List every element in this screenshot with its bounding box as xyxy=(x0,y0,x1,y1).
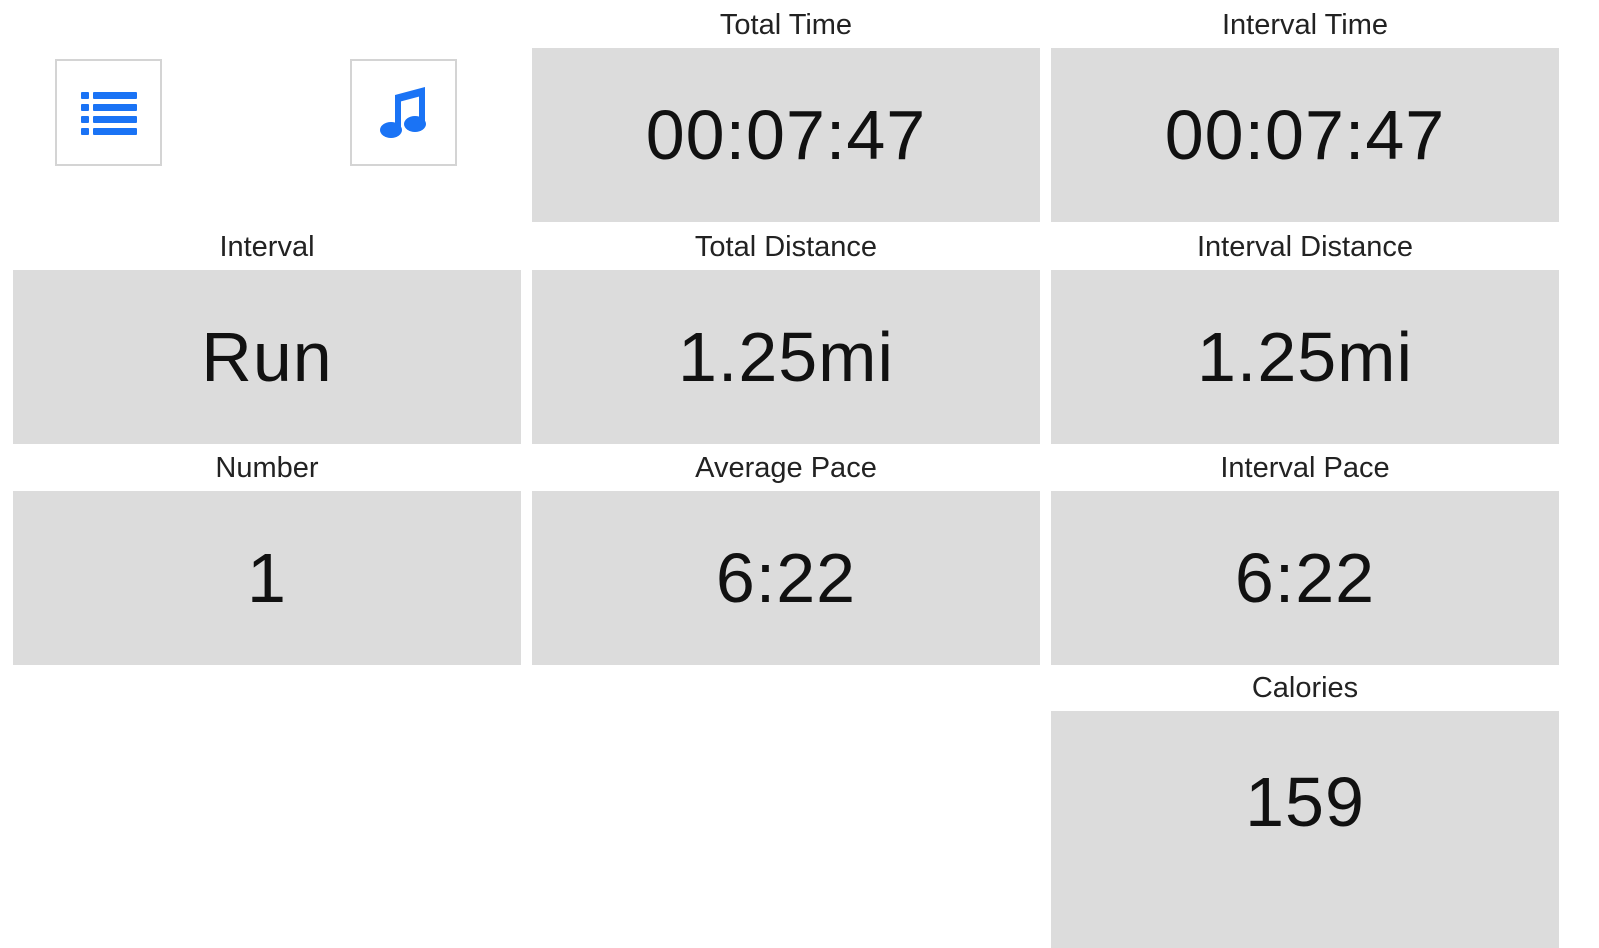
total-time-value: 00:07:47 xyxy=(645,96,927,174)
interval-pace-label: Interval Pace xyxy=(1220,452,1390,484)
music-note-icon xyxy=(379,86,426,138)
workout-list-button[interactable] xyxy=(55,59,162,166)
average-pace-label: Average Pace xyxy=(695,452,877,484)
calories-label: Calories xyxy=(1251,672,1359,704)
average-pace-box: 6:22 xyxy=(532,491,1040,665)
list-icon xyxy=(80,91,137,135)
number-label: Number xyxy=(215,452,319,484)
interval-time-value: 00:07:47 xyxy=(1164,96,1446,174)
total-distance-value: 1.25mi xyxy=(677,318,895,396)
total-time-label: Total Time xyxy=(719,9,853,41)
total-distance-label: Total Distance xyxy=(694,231,878,263)
interval-time-label: Interval Time xyxy=(1222,9,1388,41)
interval-time-box: 00:07:47 xyxy=(1051,48,1559,222)
interval-pace-box: 6:22 xyxy=(1051,491,1559,665)
interval-box: Run xyxy=(13,270,521,444)
calories-value: 159 xyxy=(1245,763,1365,841)
number-box: 1 xyxy=(13,491,521,665)
interval-distance-value: 1.25mi xyxy=(1196,318,1414,396)
total-distance-box: 1.25mi xyxy=(532,270,1040,444)
interval-distance-label: Interval Distance xyxy=(1197,231,1413,263)
average-pace-value: 6:22 xyxy=(715,539,857,617)
interval-label: Interval xyxy=(219,231,315,263)
number-value: 1 xyxy=(247,539,287,617)
music-button[interactable] xyxy=(350,59,457,166)
interval-value: Run xyxy=(201,318,333,396)
interval-distance-box: 1.25mi xyxy=(1051,270,1559,444)
total-time-box: 00:07:47 xyxy=(532,48,1040,222)
calories-box: 159 xyxy=(1051,711,1559,948)
interval-pace-value: 6:22 xyxy=(1234,539,1376,617)
